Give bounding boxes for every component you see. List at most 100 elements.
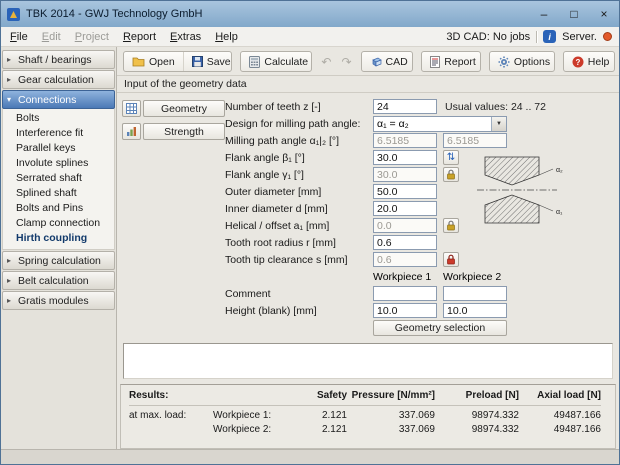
row-milling-design: Design for milling path angle: α₁ = α₂ ▼ bbox=[225, 115, 619, 132]
workpiece2-safety: 2.121 bbox=[299, 424, 347, 435]
comment-workpiece1-input[interactable] bbox=[373, 286, 437, 301]
row-tooth-tip-clearance: Tooth tip clearance s [mm] bbox=[225, 251, 619, 268]
minimize-button[interactable]: – bbox=[529, 1, 559, 27]
menu-help[interactable]: Help bbox=[208, 30, 245, 44]
clearance-lock-button[interactable] bbox=[443, 252, 459, 267]
server-label: Server. bbox=[562, 31, 597, 43]
row-comment: Comment bbox=[225, 285, 619, 302]
workpiece1-pressure: 337.069 bbox=[347, 410, 435, 421]
helical-offset-input bbox=[373, 218, 437, 233]
sidebar-section-connections[interactable]: ▾ Connections bbox=[2, 90, 115, 109]
hirth-coupling-drawing: α₂ α₁ bbox=[477, 153, 572, 230]
row-milling-angle: Milling path angle α₁|₂ [°] bbox=[225, 132, 619, 149]
help-button-label: Help bbox=[588, 56, 610, 68]
redo-icon[interactable]: ↷ bbox=[340, 55, 352, 69]
sidebar-section-label: Connections bbox=[18, 94, 76, 106]
open-button[interactable]: Open bbox=[124, 52, 183, 71]
maximize-button[interactable]: □ bbox=[559, 1, 589, 27]
calculate-button[interactable]: Calculate bbox=[241, 52, 312, 71]
sidebar-item-hirth-coupling[interactable]: Hirth coupling bbox=[3, 231, 114, 246]
close-button[interactable]: × bbox=[589, 1, 619, 27]
sidebar-section-label: Gratis modules bbox=[18, 295, 89, 307]
gamma-lock-button[interactable] bbox=[443, 167, 459, 182]
outer-diameter-input[interactable] bbox=[373, 184, 437, 199]
sidebar-section-label: Belt calculation bbox=[18, 275, 89, 287]
lock-icon bbox=[446, 220, 456, 231]
results-title: Results: bbox=[129, 390, 213, 401]
helical-lock-button[interactable] bbox=[443, 218, 459, 233]
menu-edit: Edit bbox=[35, 30, 68, 44]
field-label: Height (blank) [mm] bbox=[225, 305, 373, 317]
menu-file[interactable]: File bbox=[3, 30, 35, 44]
calculate-button-label: Calculate bbox=[264, 56, 308, 68]
sidebar-section-shaft-bearings[interactable]: ▸ Shaft / bearings bbox=[2, 50, 115, 69]
report-button-label: Report bbox=[444, 56, 476, 68]
workpiece1-column-header: Workpiece 1 bbox=[373, 271, 437, 283]
geometry-tab-button[interactable]: Geometry bbox=[143, 100, 225, 117]
strength-tab-button[interactable]: Strength bbox=[143, 123, 225, 140]
menu-extras[interactable]: Extras bbox=[163, 30, 208, 44]
chevron-right-icon: ▸ bbox=[7, 75, 14, 84]
save-button[interactable]: Save bbox=[183, 52, 233, 71]
geometry-selection-button[interactable]: Geometry selection bbox=[373, 320, 507, 336]
milling-angle-2-input bbox=[443, 133, 507, 148]
menu-report[interactable]: Report bbox=[116, 30, 163, 44]
sidebar-item-clamp-connection[interactable]: Clamp connection bbox=[3, 216, 114, 231]
sidebar-section-gear-calculation[interactable]: ▸ Gear calculation bbox=[2, 70, 115, 89]
inner-diameter-input[interactable] bbox=[373, 201, 437, 216]
sidebar-item-parallel-keys[interactable]: Parallel keys bbox=[3, 141, 114, 156]
angle-link-toggle-button[interactable]: ⇅ bbox=[443, 150, 459, 165]
sidebar-item-bolts-and-pins[interactable]: Bolts and Pins bbox=[3, 201, 114, 216]
sidebar-item-interference-fit[interactable]: Interference fit bbox=[3, 126, 114, 141]
calculator-icon bbox=[249, 56, 260, 68]
sidebar-section-label: Gear calculation bbox=[18, 74, 94, 86]
chevron-down-icon[interactable]: ▼ bbox=[491, 117, 506, 131]
sidebar-item-serrated-shaft[interactable]: Serrated shaft bbox=[3, 171, 114, 186]
titlebar[interactable]: TBK 2014 - GWJ Technology GmbH – □ × bbox=[1, 1, 619, 27]
sidebar: ▸ Shaft / bearings ▸ Gear calculation ▾ … bbox=[1, 47, 117, 449]
report-button[interactable]: Report bbox=[422, 52, 481, 71]
sidebar-item-splined-shaft[interactable]: Splined shaft bbox=[3, 186, 114, 201]
field-label: Milling path angle α₁|₂ [°] bbox=[225, 135, 373, 147]
sidebar-item-involute-splines[interactable]: Involute splines bbox=[3, 156, 114, 171]
tooth-root-radius-input[interactable] bbox=[373, 235, 437, 250]
height-workpiece2-input[interactable] bbox=[443, 303, 507, 318]
menu-project: Project bbox=[68, 30, 116, 44]
milling-design-select[interactable]: α₁ = α₂ ▼ bbox=[373, 116, 507, 132]
sidebar-section-belt-calculation[interactable]: ▸ Belt calculation bbox=[2, 271, 115, 290]
file-button-group: Open Save bbox=[123, 51, 232, 72]
sidebar-section-gratis-modules[interactable]: ▸ Gratis modules bbox=[2, 291, 115, 310]
number-of-teeth-input[interactable] bbox=[373, 99, 437, 114]
comment-workpiece2-input[interactable] bbox=[443, 286, 507, 301]
help-button[interactable]: ? Help bbox=[564, 52, 615, 71]
message-area bbox=[123, 343, 613, 379]
cad-button[interactable]: CAD bbox=[362, 52, 414, 71]
strength-icon-button[interactable] bbox=[122, 123, 141, 140]
field-label: Number of teeth z [-] bbox=[225, 101, 373, 113]
chevron-down-icon: ▾ bbox=[7, 95, 14, 104]
sidebar-item-bolts[interactable]: Bolts bbox=[3, 111, 114, 126]
server-status-dot bbox=[603, 32, 612, 41]
row-height-blank: Height (blank) [mm] bbox=[225, 302, 619, 319]
lock-icon bbox=[446, 169, 456, 180]
sidebar-section-spring-calculation[interactable]: ▸ Spring calculation bbox=[2, 251, 115, 270]
results-divider bbox=[129, 405, 601, 406]
undo-icon[interactable]: ↶ bbox=[320, 55, 332, 69]
app-window: TBK 2014 - GWJ Technology GmbH – □ × Fil… bbox=[0, 0, 620, 465]
geometry-icon-button[interactable] bbox=[122, 100, 141, 117]
chevron-right-icon: ▸ bbox=[7, 276, 14, 285]
save-button-label: Save bbox=[207, 56, 231, 68]
report-button-group: Report bbox=[421, 51, 481, 72]
row-geometry-selection: Geometry selection bbox=[225, 319, 619, 336]
connections-item-list: Bolts Interference fit Parallel keys Inv… bbox=[2, 109, 115, 250]
flank-angle-beta-input[interactable] bbox=[373, 150, 437, 165]
info-icon[interactable]: i bbox=[543, 30, 556, 43]
section-title: Input of the geometry data bbox=[117, 75, 619, 93]
flank-angle-gamma-input bbox=[373, 167, 437, 182]
height-workpiece1-input[interactable] bbox=[373, 303, 437, 318]
results-header-axial-load: Axial load [N] bbox=[519, 390, 601, 401]
options-button[interactable]: Options bbox=[490, 52, 555, 71]
save-floppy-icon bbox=[192, 56, 203, 67]
results-header-safety: Safety bbox=[299, 390, 347, 401]
options-button-label: Options bbox=[514, 56, 550, 68]
